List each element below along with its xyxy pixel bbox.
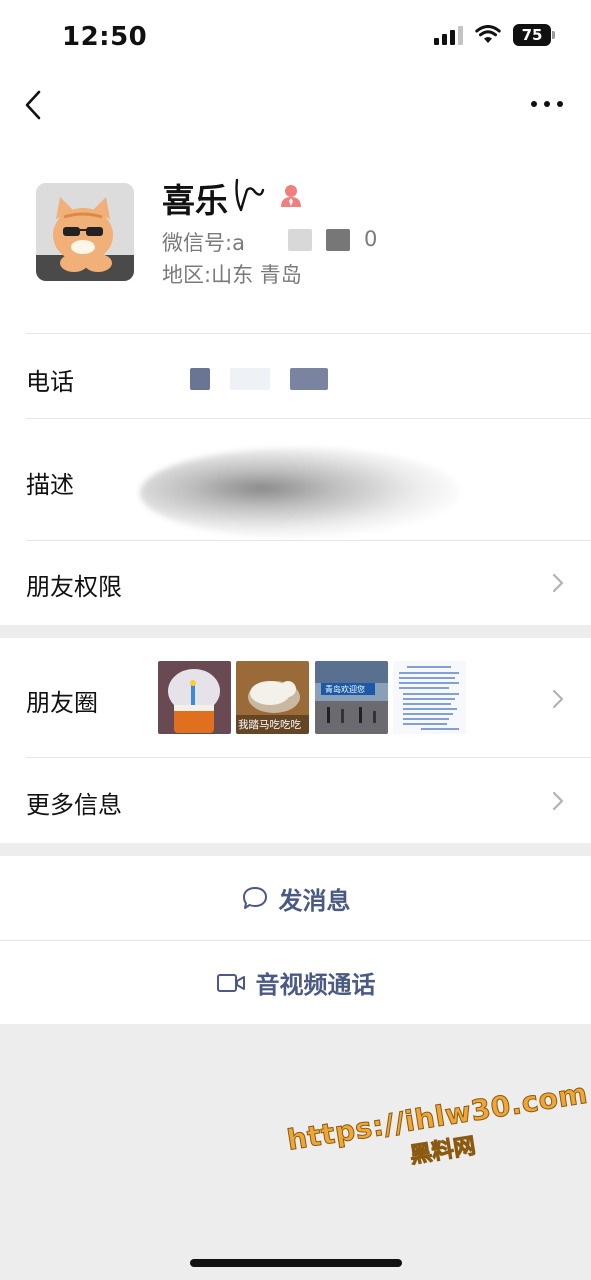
phone-label: 电话 xyxy=(26,368,74,396)
chevron-right-icon[interactable] xyxy=(551,688,565,710)
moments-label[interactable]: 朋友圈 xyxy=(26,683,98,718)
wechat-id-redaction xyxy=(326,229,350,251)
more-options-icon[interactable] xyxy=(527,92,567,116)
divider xyxy=(26,333,591,334)
back-icon[interactable] xyxy=(20,88,50,122)
video-call-label: 音视频通话 xyxy=(255,971,376,999)
chevron-right-icon[interactable] xyxy=(551,572,565,594)
region: 地区:山东 青岛 xyxy=(162,263,302,287)
section-gap xyxy=(0,843,591,856)
send-message-label: 发消息 xyxy=(278,886,351,915)
moments-photo-station[interactable]: 青岛欢迎您 xyxy=(315,661,388,734)
video-camera-icon xyxy=(216,973,245,992)
status-time: 12:50 xyxy=(62,22,148,52)
chevron-right-icon[interactable] xyxy=(551,790,565,812)
wechat-id-end: 0 xyxy=(364,227,378,251)
status-icons: 75 xyxy=(434,24,555,46)
wechat-id-redaction xyxy=(288,229,312,251)
cellular-signal-icon xyxy=(434,25,463,45)
moments-photo-cat[interactable]: 我踏马吃吃吃 xyxy=(236,661,309,734)
home-indicator[interactable] xyxy=(190,1259,402,1267)
chat-bubble-icon xyxy=(242,887,267,909)
name-heart-decoration-icon xyxy=(235,178,265,212)
female-icon xyxy=(281,185,301,207)
wifi-icon xyxy=(475,25,501,43)
description-label: 描述 xyxy=(26,471,74,499)
watermark: https://ihlw30.com 黑料网 xyxy=(284,1076,591,1189)
section-gap xyxy=(0,625,591,638)
moments-photo-caption: 我踏马吃吃吃 xyxy=(238,719,301,731)
more-info-label[interactable]: 更多信息 xyxy=(26,785,122,820)
moments-photo-text[interactable] xyxy=(393,661,466,734)
profile-name: 喜乐 xyxy=(162,181,228,220)
permissions-label[interactable]: 朋友权限 xyxy=(26,567,122,602)
moments-photo-cake[interactable] xyxy=(158,661,231,734)
wechat-id: 微信号:a xyxy=(162,231,245,255)
video-call-button[interactable]: 音视频通话 xyxy=(0,941,591,1024)
divider xyxy=(26,418,591,419)
divider xyxy=(26,540,591,541)
phone-redaction xyxy=(190,368,210,390)
divider xyxy=(26,757,591,758)
send-message-button[interactable]: 发消息 xyxy=(0,856,591,940)
profile-page: 12:50 75 喜乐 微信号:a 0 地区:山东 青岛 电话 描述 朋友权限 … xyxy=(0,0,591,1024)
avatar[interactable] xyxy=(36,183,134,281)
battery-level: 75 xyxy=(521,26,543,44)
moments-photo-sign: 青岛欢迎您 xyxy=(325,685,365,694)
phone-redaction xyxy=(230,368,270,390)
battery-icon: 75 xyxy=(513,24,555,46)
description-redaction xyxy=(140,448,460,538)
phone-redaction xyxy=(290,368,328,390)
